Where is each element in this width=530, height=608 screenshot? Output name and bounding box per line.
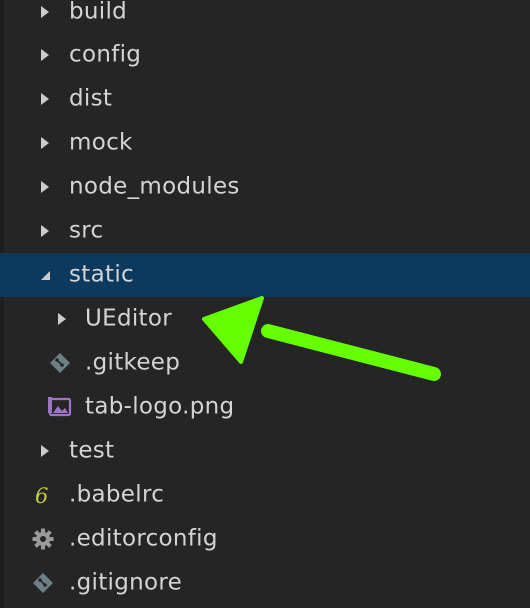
tree-item-static[interactable]: static [0, 253, 530, 297]
tree-item-build[interactable]: build [0, 0, 530, 34]
tree-item-label: src [69, 217, 104, 244]
tree-item-src[interactable]: src [0, 209, 530, 253]
tree-item-label: .gitignore [69, 569, 183, 596]
image-icon [48, 395, 72, 419]
tree-item-label: test [69, 437, 115, 464]
tree-item-label: config [69, 41, 142, 68]
chevron-right-icon[interactable] [38, 443, 52, 459]
tree-item-babelrc[interactable]: 6 .babelrc [0, 473, 530, 517]
tree-item-node-modules[interactable]: node_modules [0, 165, 530, 209]
tree-item-gitkeep[interactable]: .gitkeep [0, 341, 530, 385]
tree-item-test[interactable]: test [0, 429, 530, 473]
git-icon [31, 571, 55, 595]
svg-text:6: 6 [35, 484, 48, 507]
tree-item-mock[interactable]: mock [0, 121, 530, 165]
babel-icon: 6 [31, 483, 55, 507]
chevron-right-icon[interactable] [38, 223, 52, 239]
tree-item-label: .babelrc [69, 481, 165, 508]
tree-item-gitignore[interactable]: .gitignore [0, 561, 530, 605]
chevron-down-icon[interactable] [38, 267, 52, 283]
tree-item-label: static [69, 261, 134, 288]
chevron-right-icon[interactable] [38, 47, 52, 63]
chevron-right-icon[interactable] [38, 91, 52, 107]
tree-item-label: UEditor [85, 305, 173, 332]
tree-item-ueditor[interactable]: UEditor [0, 297, 530, 341]
gear-icon [31, 527, 55, 551]
chevron-right-icon[interactable] [38, 4, 52, 20]
tree-item-tab-logo[interactable]: tab-logo.png [0, 385, 530, 429]
chevron-right-icon[interactable] [55, 311, 69, 327]
tree-item-label: .gitkeep [85, 349, 181, 376]
tree-item-label: mock [69, 129, 133, 156]
tree-item-editorconfig[interactable]: .editorconfig [0, 517, 530, 561]
tree-item-config[interactable]: config [0, 33, 530, 77]
tree-item-dist[interactable]: dist [0, 77, 530, 121]
tree-item-label: .editorconfig [69, 525, 218, 552]
tree-item-label: dist [69, 85, 113, 112]
chevron-right-icon[interactable] [38, 135, 52, 151]
tree-item-label: node_modules [69, 173, 240, 200]
chevron-right-icon[interactable] [38, 179, 52, 195]
git-icon [48, 351, 72, 375]
tree-item-label: build [69, 0, 128, 25]
tree-item-label: tab-logo.png [85, 393, 235, 420]
file-explorer-tree: build config dist mock node_modules src [0, 0, 530, 608]
